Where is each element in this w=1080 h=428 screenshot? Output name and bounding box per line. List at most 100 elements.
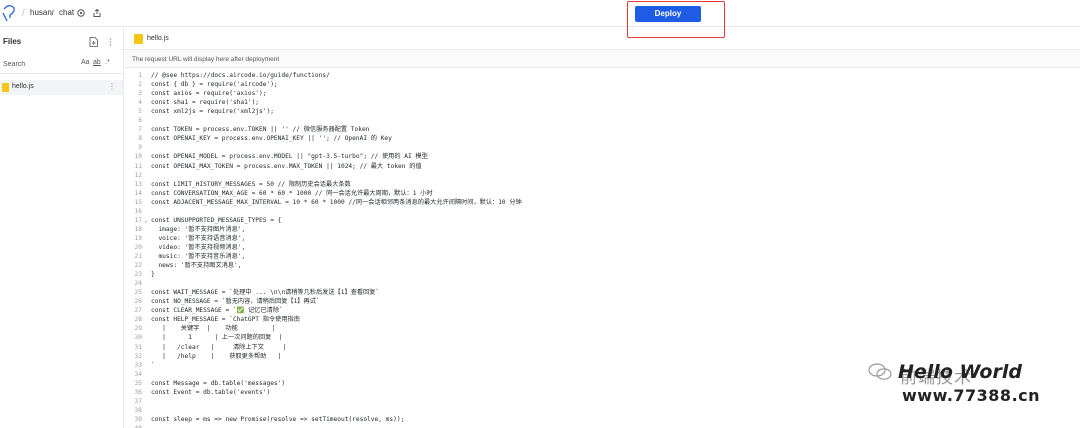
code-line[interactable]: 5 const xml2js = require('xml2js'); [125, 107, 1080, 116]
watermark: 前端技术 Hello World www.77388.cn [868, 361, 1078, 411]
code-text: const HELP_MESSAGE = `ChatGPT 指令使用指南 [151, 316, 300, 324]
line-number: 6 [138, 117, 142, 125]
code-text: const { db } = require('aircode'); [151, 81, 278, 89]
code-text: | /help | 获取更多帮助 | [151, 352, 282, 360]
code-text: const Event = db.table('events') [151, 388, 271, 396]
match-case-toggle[interactable]: Aa [81, 59, 90, 66]
js-file-icon [2, 83, 9, 92]
code-line[interactable]: 20 video: '暂不支持视频消息', [125, 243, 1080, 252]
code-line[interactable]: 24 [125, 279, 1080, 288]
watermark-url: www.77388.cn [902, 386, 1041, 405]
code-line[interactable]: 8 const OPENAI_KEY = process.env.OPENAI_K… [125, 134, 1080, 143]
line-number: 29 [134, 325, 142, 333]
code-line[interactable]: 16 [125, 207, 1080, 216]
code-line[interactable]: 27 const CLEAR_MESSAGE = `✅ 记忆已清除` [125, 306, 1080, 315]
line-number: 1 [138, 72, 142, 79]
file-search-input[interactable] [3, 58, 73, 70]
line-number: 22 [134, 262, 142, 270]
code-text: const ADJACENT_MESSAGE_MAX_INTERVAL = 10… [151, 198, 522, 206]
deploy-button[interactable]: Deploy [635, 6, 701, 22]
file-more-icon[interactable]: ⋮ [108, 82, 116, 91]
code-line[interactable]: 6 [125, 116, 1080, 125]
code-text: const UNSUPPORTED_MESSAGE_TYPES = { [151, 216, 282, 224]
code-line[interactable]: 10 const OPENAI_MODEL = process.env.MODEL… [125, 152, 1080, 161]
code-text: | 关键字 | 功能 | [151, 325, 276, 333]
line-number: 37 [134, 397, 142, 405]
code-line[interactable]: 39 const sleep = ms => new Promise(resolv… [125, 415, 1080, 424]
watermark-hello-world: Hello World [898, 361, 1022, 383]
code-text: const LIMIT_HISTORY_MESSAGES = 50 // 限制历… [151, 180, 351, 188]
new-file-icon[interactable] [89, 37, 98, 47]
code-text: ` [151, 361, 155, 369]
code-text: const TOKEN = process.env.TOKEN || '' //… [151, 126, 370, 134]
line-number: 40 [125, 424, 142, 428]
code-line[interactable]: 30 | 1 | 上一次问题的回复 | [125, 333, 1080, 342]
code-line[interactable]: 23} [125, 270, 1080, 279]
code-line[interactable]: 40 [125, 424, 1080, 428]
code-line[interactable]: 3 const axios = require('axios'); [125, 89, 1080, 98]
line-number: 5 [138, 108, 142, 116]
top-bar: / husanr / chat Deploy [0, 0, 1080, 27]
line-number: 16 [134, 207, 142, 215]
line-number: 14 [134, 189, 142, 197]
code-text: voice: '暂不支持语音消息', [151, 234, 246, 242]
code-line[interactable]: 15 const ADJACENT_MESSAGE_MAX_INTERVAL = … [125, 198, 1080, 207]
line-number: 4 [138, 99, 142, 107]
line-number: 32 [134, 352, 142, 360]
regex-toggle[interactable]: .* [105, 59, 110, 66]
files-title: Files [3, 37, 22, 46]
code-line[interactable]: 11 const OPENAI_MAX_TOKEN = process.env.M… [125, 162, 1080, 171]
code-line[interactable]: 9 [125, 143, 1080, 152]
code-line[interactable]: 1 // @see https://docs.aircode.io/guide/f… [125, 71, 1080, 80]
code-line[interactable]: 7 const TOKEN = process.env.TOKEN || '' /… [125, 125, 1080, 134]
line-number: 2 [138, 81, 142, 89]
code-line[interactable]: 19 voice: '暂不支持语音消息', [125, 234, 1080, 243]
code-line[interactable]: 22 news: '暂不支持图文消息', [125, 261, 1080, 270]
code-line[interactable]: 14 const CONVERSATION_MAX_AGE = 60 * 60 *… [125, 189, 1080, 198]
file-item-hello-js[interactable]: hello.js ⋮ [0, 80, 123, 95]
code-line[interactable]: 18 image: '暂不支持图片消息', [125, 225, 1080, 234]
line-number: 38 [134, 406, 142, 414]
line-number: 33 [134, 361, 142, 369]
aircode-logo-icon[interactable] [2, 3, 16, 23]
code-line[interactable]: 29 | 关键字 | 功能 | [125, 324, 1080, 333]
code-line[interactable]: 28 const HELP_MESSAGE = `ChatGPT 指令使用指南 [125, 315, 1080, 324]
line-number: 11 [134, 162, 142, 170]
code-line[interactable]: 2 const { db } = require('aircode'); [125, 80, 1080, 89]
code-text: const CLEAR_MESSAGE = `✅ 记忆已清除` [151, 307, 283, 315]
editor-tab-bar: hello.js [125, 28, 1080, 50]
code-line[interactable]: 13 const LIMIT_HISTORY_MESSAGES = 50 // 限… [125, 180, 1080, 189]
editor-tab-hello-js[interactable]: hello.js [147, 35, 169, 42]
line-number: 27 [134, 307, 142, 315]
code-line[interactable]: 4 const sha1 = require('sha1'); [125, 98, 1080, 107]
wechat-logo-icon [868, 363, 892, 380]
code-text: const sleep = ms => new Promise(resolve … [151, 415, 405, 423]
share-icon[interactable] [92, 8, 102, 18]
code-text: const xml2js = require('xml2js'); [151, 108, 274, 116]
line-number: 25 [134, 289, 142, 297]
code-text: // @see https://docs.aircode.io/guide/fu… [151, 72, 330, 79]
line-number: 15 [134, 198, 142, 206]
code-line[interactable]: 26 const NO_MESSAGE = `暂无内容，请稍后回复【1】再试` [125, 297, 1080, 306]
line-number: 24 [134, 280, 142, 288]
code-line[interactable]: 12 [125, 171, 1080, 180]
request-url-bar: The request URL will display here after … [125, 51, 1080, 68]
file-search-row: Aa ab .* [0, 54, 123, 74]
code-text: | 1 | 上一次问题的回复 | [151, 334, 283, 342]
code-line[interactable]: 32 | /help | 获取更多帮助 | [125, 352, 1080, 361]
match-word-toggle[interactable]: ab [93, 59, 101, 66]
line-number: 34 [134, 370, 142, 378]
line-number: 19 [134, 234, 142, 242]
breadcrumb-app[interactable]: chat [59, 8, 74, 17]
code-line[interactable]: 25 const WAIT_MESSAGE = `处理中 ... \n\n请稍等几… [125, 288, 1080, 297]
code-line[interactable]: 17 ⌄ const UNSUPPORTED_MESSAGE_TYPES = { [125, 216, 1080, 225]
js-file-icon [134, 34, 143, 44]
fold-chevron-icon[interactable]: ⌄ [144, 216, 148, 225]
settings-gear-icon[interactable] [76, 8, 86, 18]
code-line[interactable]: 21 music: '暂不支持音乐消息', [125, 252, 1080, 261]
more-options-icon[interactable] [106, 37, 115, 47]
breadcrumb-separator: / [22, 8, 25, 19]
code-text: const OPENAI_MODEL = process.env.MODEL |… [151, 153, 428, 161]
line-number: 10 [134, 153, 142, 161]
code-line[interactable]: 31 | /clear | 清除上下文 | [125, 343, 1080, 352]
